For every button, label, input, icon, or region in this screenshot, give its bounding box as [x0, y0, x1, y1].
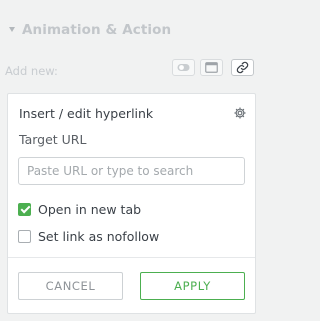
- apply-button[interactable]: Apply: [140, 272, 245, 300]
- add-link-button[interactable]: [231, 59, 254, 76]
- nofollow-option[interactable]: Set link as nofollow: [18, 228, 159, 244]
- section-title: Animation & Action: [22, 22, 172, 38]
- add-new-label: Add new:: [5, 64, 58, 78]
- open-new-tab-label: Open in new tab: [38, 201, 142, 217]
- caret-down-icon: [9, 27, 15, 32]
- insert-link-popup: Insert / edit hyperlink Target URL Open …: [7, 93, 256, 314]
- add-window-button[interactable]: [200, 59, 223, 76]
- nofollow-checkbox[interactable]: [18, 229, 31, 243]
- add-toggle-button[interactable]: [172, 59, 195, 76]
- section-header-animation-action[interactable]: Animation & Action: [0, 14, 264, 48]
- divider: [8, 257, 255, 258]
- toggle-icon: [177, 64, 190, 71]
- link-icon: [236, 61, 249, 74]
- url-input[interactable]: [18, 157, 245, 185]
- cancel-button[interactable]: Cancel: [18, 272, 123, 300]
- target-url-label: Target URL: [19, 132, 87, 147]
- window-icon: [205, 62, 218, 73]
- popup-title: Insert / edit hyperlink: [19, 106, 154, 121]
- open-new-tab-checkbox[interactable]: [18, 202, 31, 216]
- open-new-tab-option[interactable]: Open in new tab: [18, 201, 141, 217]
- gear-icon[interactable]: [233, 106, 247, 120]
- nofollow-label: Set link as nofollow: [38, 228, 160, 244]
